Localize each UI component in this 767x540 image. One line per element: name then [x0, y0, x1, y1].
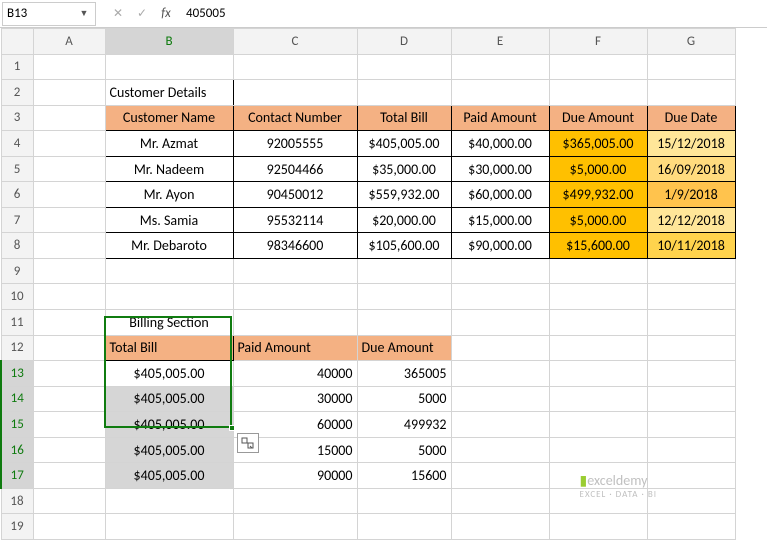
t1-cell[interactable]: $35,000.00	[357, 156, 451, 182]
fx-icon[interactable]: fx	[154, 3, 178, 25]
t1-cell[interactable]: $90,000.00	[451, 233, 549, 259]
t2-cell[interactable]: 499932	[357, 412, 451, 438]
t2-cell[interactable]: 5000	[357, 437, 451, 463]
t2-cell-active[interactable]: $405,005.00	[105, 361, 233, 387]
t1-cell[interactable]: Mr. Azmat	[105, 131, 233, 157]
t1-cell[interactable]: Mr. Debaroto	[105, 233, 233, 259]
col-header-E[interactable]: E	[451, 29, 549, 55]
t1-due[interactable]: $15,600.00	[549, 233, 647, 259]
t2-cell[interactable]: $405,005.00	[105, 437, 233, 463]
t1-cell[interactable]: 95532114	[233, 207, 357, 233]
t1-due[interactable]: $499,932.00	[549, 182, 647, 208]
t2-hdr-paid[interactable]: Paid Amount	[233, 335, 357, 361]
row-header[interactable]: 16	[1, 437, 33, 463]
enter-formula-icon: ✓	[130, 3, 154, 25]
t1-date[interactable]: 12/12/2018	[647, 207, 735, 233]
col-header-G[interactable]: G	[647, 29, 735, 55]
t1-cell[interactable]: Mr. Ayon	[105, 182, 233, 208]
t2-cell[interactable]: $405,005.00	[105, 463, 233, 489]
t2-cell[interactable]: 30000	[233, 386, 357, 412]
t2-cell[interactable]: $405,005.00	[105, 412, 233, 438]
row-header[interactable]: 3	[1, 105, 33, 131]
row-header[interactable]: 9	[1, 258, 33, 284]
grid-container: A B C D E F G 1 2 Customer Details 3 Cus…	[0, 28, 767, 540]
column-header-row: A B C D E F G	[1, 29, 735, 55]
t1-cell[interactable]: 92504466	[233, 156, 357, 182]
customer-details-title[interactable]: Customer Details	[105, 80, 233, 106]
t1-hdr-date[interactable]: Due Date	[647, 105, 735, 131]
t1-cell[interactable]: 90450012	[233, 182, 357, 208]
row-header[interactable]: 19	[1, 514, 33, 540]
t1-cell[interactable]: 92005555	[233, 131, 357, 157]
t2-cell[interactable]: 40000	[233, 361, 357, 387]
t1-due[interactable]: $5,000.00	[549, 207, 647, 233]
t1-cell[interactable]: $20,000.00	[357, 207, 451, 233]
row-header[interactable]: 7	[1, 207, 33, 233]
t1-date[interactable]: 16/09/2018	[647, 156, 735, 182]
t2-hdr-total[interactable]: Total Bill	[105, 335, 233, 361]
t1-cell[interactable]: $60,000.00	[451, 182, 549, 208]
row-header[interactable]: 4	[1, 131, 33, 157]
formula-input[interactable]: 405005	[178, 2, 767, 26]
formula-bar-area: B13 ▼ ✕ ✓ fx 405005	[0, 0, 767, 28]
row-header[interactable]: 8	[1, 233, 33, 259]
t1-hdr-due[interactable]: Due Amount	[549, 105, 647, 131]
t1-cell[interactable]: Mr. Nadeem	[105, 156, 233, 182]
spreadsheet-grid[interactable]: A B C D E F G 1 2 Customer Details 3 Cus…	[0, 28, 736, 540]
col-header-A[interactable]: A	[33, 29, 105, 55]
col-header-B[interactable]: B	[105, 29, 233, 55]
t1-cell[interactable]: $405,005.00	[357, 131, 451, 157]
t1-date[interactable]: 10/11/2018	[647, 233, 735, 259]
formula-controls: ✕ ✓ fx	[106, 3, 178, 25]
name-box-text: B13	[7, 6, 77, 21]
t1-cell[interactable]: $30,000.00	[451, 156, 549, 182]
t1-cell[interactable]: $105,600.00	[357, 233, 451, 259]
row-header[interactable]: 2	[1, 80, 33, 106]
t2-cell[interactable]: 15600	[357, 463, 451, 489]
name-box-dropdown-icon[interactable]: ▼	[77, 8, 91, 19]
t2-cell[interactable]: 365005	[357, 361, 451, 387]
t2-cell[interactable]: 90000	[233, 463, 357, 489]
t1-date[interactable]: 1/9/2018	[647, 182, 735, 208]
t2-cell[interactable]: $405,005.00	[105, 386, 233, 412]
row-header[interactable]: 6	[1, 182, 33, 208]
row-header[interactable]: 17	[1, 463, 33, 489]
t1-cell[interactable]: Ms. Samia	[105, 207, 233, 233]
t1-cell[interactable]: $15,000.00	[451, 207, 549, 233]
t2-cell[interactable]: 5000	[357, 386, 451, 412]
row-header[interactable]: 15	[1, 412, 33, 438]
t1-due[interactable]: $5,000.00	[549, 156, 647, 182]
row-header[interactable]: 13	[1, 361, 33, 387]
t1-hdr-paid[interactable]: Paid Amount	[451, 105, 549, 131]
t1-cell[interactable]: $559,932.00	[357, 182, 451, 208]
billing-section-title[interactable]: Billing Section	[105, 310, 233, 336]
t1-hdr-name[interactable]: Customer Name	[105, 105, 233, 131]
col-header-D[interactable]: D	[357, 29, 451, 55]
t1-hdr-contact[interactable]: Contact Number	[233, 105, 357, 131]
cancel-formula-icon: ✕	[106, 3, 130, 25]
row-header[interactable]: 1	[1, 54, 33, 80]
t2-hdr-due[interactable]: Due Amount	[357, 335, 451, 361]
row-header[interactable]: 12	[1, 335, 33, 361]
row-header[interactable]: 5	[1, 156, 33, 182]
col-header-F[interactable]: F	[549, 29, 647, 55]
t1-date[interactable]: 15/12/2018	[647, 131, 735, 157]
t1-hdr-total[interactable]: Total Bill	[357, 105, 451, 131]
row-header[interactable]: 18	[1, 488, 33, 514]
row-header[interactable]: 11	[1, 310, 33, 336]
row-header[interactable]: 10	[1, 284, 33, 310]
fill-handle[interactable]	[229, 425, 235, 431]
col-header-C[interactable]: C	[233, 29, 357, 55]
t1-cell[interactable]: 98346600	[233, 233, 357, 259]
t1-cell[interactable]: $40,000.00	[451, 131, 549, 157]
name-box[interactable]: B13 ▼	[2, 2, 96, 26]
autofill-options-button[interactable]	[237, 433, 259, 453]
row-header[interactable]: 14	[1, 386, 33, 412]
t1-due[interactable]: $365,005.00	[549, 131, 647, 157]
select-all-corner[interactable]	[1, 29, 33, 55]
